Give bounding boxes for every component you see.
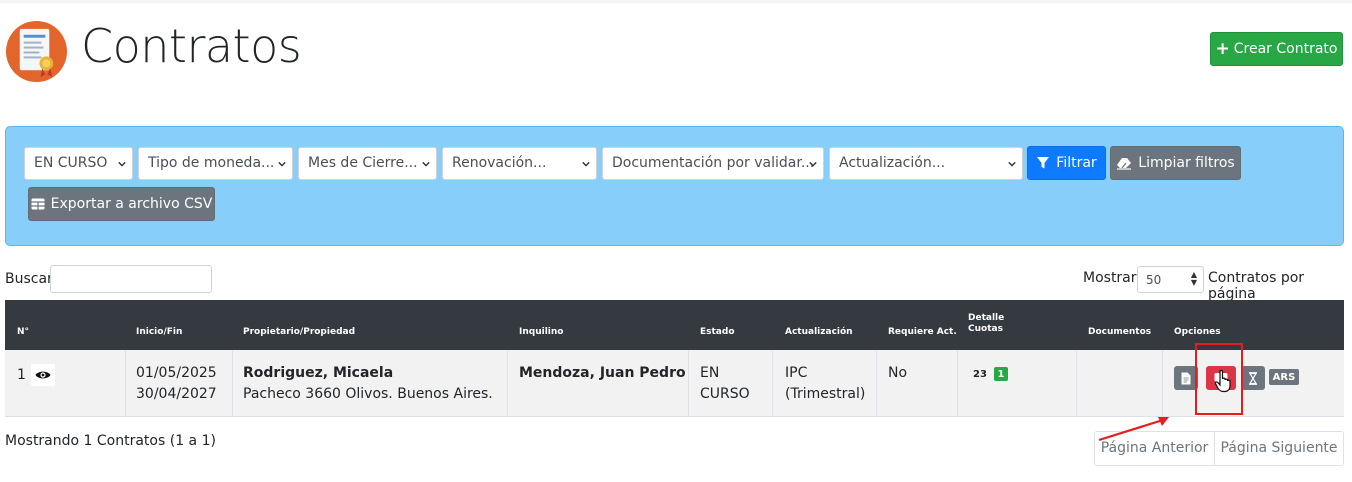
closing-month-select[interactable]: Mes de Cierre...: [298, 147, 437, 180]
start-date: 01/05/2025: [136, 365, 217, 381]
status-line2: CURSO: [700, 386, 750, 402]
header-status: Estado: [700, 327, 735, 337]
installments-count: 23: [973, 369, 987, 380]
table-row: 1 01/05/2025 30/04/2027 Rodriguez, Micae…: [5, 350, 1344, 417]
column-divider: [1162, 350, 1163, 416]
column-divider: [772, 350, 773, 416]
search-label: Buscar: [5, 271, 53, 287]
view-button[interactable]: [31, 364, 55, 386]
tenant-name: Mendoza, Juan Pedro: [519, 365, 686, 381]
clear-filters-button[interactable]: Limpiar filtros: [1110, 146, 1241, 180]
header-installments: Detalle Cuotas: [968, 313, 1004, 335]
column-divider: [957, 350, 958, 416]
hourglass-icon: [1248, 371, 1258, 385]
row-number: 1: [17, 367, 26, 383]
contract-document-icon: [5, 20, 68, 83]
status-line1: EN: [700, 365, 720, 381]
export-csv-label: Exportar a archivo CSV: [50, 196, 213, 212]
header-owner: Propietario/Propiedad: [243, 327, 356, 337]
documentation-select[interactable]: Documentación por validar...: [602, 147, 824, 180]
funnel-icon: [1037, 157, 1050, 169]
chevron-down-icon: [118, 161, 126, 167]
header-installments-line2: Cuotas: [968, 324, 1003, 334]
create-contract-label: Crear Contrato: [1233, 41, 1338, 57]
currency-badge: ARS: [1269, 369, 1299, 385]
update-select-value: Actualización...: [839, 155, 946, 171]
closing-month-select-value: Mes de Cierre...: [308, 155, 418, 171]
currency-select-value: Tipo de moneda...: [148, 155, 275, 171]
chevron-down-icon: [582, 161, 590, 167]
page-size-select[interactable]: 50 ▲ ▼: [1137, 266, 1204, 293]
header-tenant: Inquilino: [519, 327, 564, 337]
per-page-label: Contratos por página: [1208, 270, 1305, 302]
sort-arrows-icon: ▲ ▼: [1190, 270, 1197, 287]
search-input[interactable]: [50, 265, 212, 293]
property-address: Pacheco 3660 Olivos. Buenos Aires.: [243, 386, 493, 402]
documentation-select-value: Documentación por validar...: [612, 155, 815, 171]
currency-select[interactable]: Tipo de moneda...: [138, 147, 293, 180]
table-icon: [31, 198, 45, 210]
update-period: (Trimestral): [785, 386, 866, 402]
header-options: Opciones: [1174, 327, 1221, 337]
end-date: 30/04/2027: [136, 386, 217, 402]
eye-icon: [35, 371, 51, 379]
plus-icon: +: [1215, 39, 1230, 59]
filter-panel: EN CURSO Tipo de moneda... Mes de Cierre…: [5, 126, 1344, 246]
status-select-value: EN CURSO: [34, 155, 108, 171]
filter-button-label: Filtrar: [1056, 155, 1097, 171]
renewal-select[interactable]: Renovación...: [442, 147, 597, 180]
filter-button[interactable]: Filtrar: [1027, 146, 1106, 180]
show-label: Mostrar: [1083, 270, 1137, 286]
chevron-down-icon: [809, 161, 817, 167]
eraser-icon: [1117, 158, 1132, 170]
page-title: Contratos: [81, 19, 302, 73]
page-size-value: 50: [1146, 273, 1162, 287]
column-divider: [232, 350, 233, 416]
history-button[interactable]: [1241, 366, 1265, 390]
header-documents: Documentos: [1088, 327, 1152, 337]
header-update: Actualización: [785, 327, 853, 337]
header-installments-line1: Detalle: [968, 313, 1005, 323]
header-dates: Inicio/Fin: [136, 327, 183, 337]
hand-pointer-icon: [1214, 369, 1231, 393]
chevron-down-icon: [422, 161, 430, 167]
column-divider: [876, 350, 877, 416]
clear-filters-label: Limpiar filtros: [1138, 155, 1235, 171]
chevron-down-icon: [1008, 161, 1016, 167]
export-csv-button[interactable]: Exportar a archivo CSV: [28, 187, 215, 221]
installments-badge[interactable]: 1: [994, 367, 1008, 381]
column-divider: [507, 350, 508, 416]
owner-name: Rodriguez, Micaela: [243, 365, 394, 381]
column-divider: [1076, 350, 1077, 416]
file-icon: [1181, 372, 1191, 384]
showing-summary: Mostrando 1 Contratos (1 a 1): [5, 433, 216, 449]
create-contract-button[interactable]: + Crear Contrato: [1210, 32, 1343, 66]
top-border: [0, 0, 1352, 3]
annotation-arrow: [1098, 417, 1169, 442]
status-select[interactable]: EN CURSO: [24, 147, 133, 180]
column-divider: [125, 350, 126, 416]
requires-update: No: [888, 365, 908, 381]
update-type: IPC: [785, 365, 808, 381]
header-requires: Requiere Act.: [888, 327, 957, 337]
header-num: N°: [17, 327, 30, 337]
renewal-select-value: Renovación...: [452, 155, 547, 171]
next-page-button[interactable]: Página Siguiente: [1215, 432, 1343, 465]
column-divider: [688, 350, 689, 416]
chevron-down-icon: [278, 161, 286, 167]
update-select[interactable]: Actualización...: [829, 147, 1023, 180]
table-header: N° Inicio/Fin Propietario/Propiedad Inqu…: [5, 300, 1344, 350]
